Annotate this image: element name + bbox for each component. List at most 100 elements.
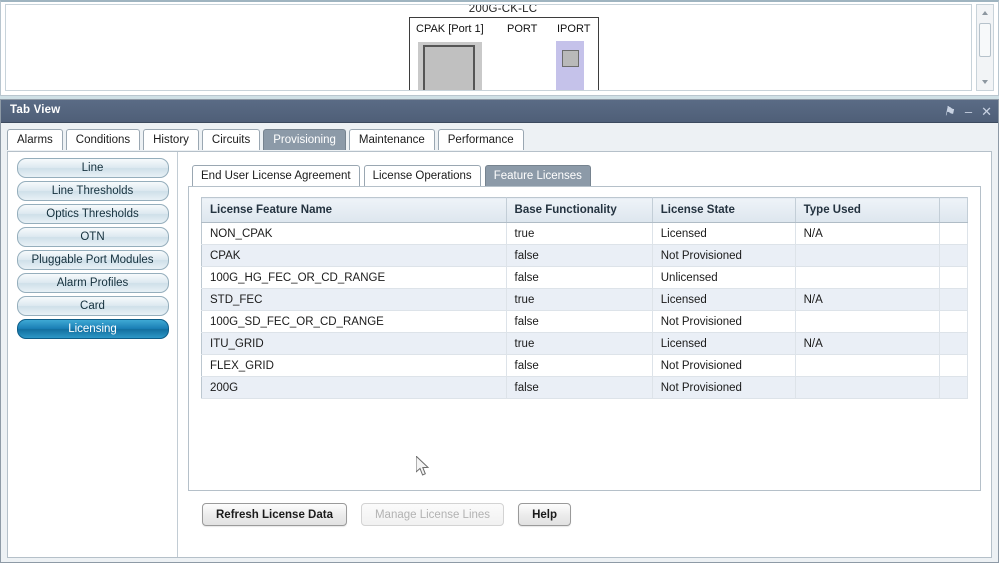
cell-license-state: Licensed <box>652 222 796 245</box>
cell-type-used <box>795 266 940 289</box>
cell-type-used: N/A <box>795 288 940 311</box>
cell-base-functionality: true <box>506 222 653 245</box>
cell-spacer <box>939 332 969 355</box>
tab-view-window: Tab View ⚑ – ✕ Alarms Conditions History… <box>0 99 999 563</box>
cell-feature-name: 200G <box>201 376 507 399</box>
cell-base-functionality: false <box>506 310 653 333</box>
cell-feature-name: FLEX_GRID <box>201 354 507 377</box>
window-controls: ⚑ – ✕ <box>943 100 992 123</box>
card-graphic-panel: 200G-CK-LC CPAK [Port 1] PORT IPORT <box>0 0 999 96</box>
table-row[interactable]: FLEX_GRID false Not Provisioned <box>201 354 969 377</box>
manage-license-lines-button: Manage License Lines <box>360 503 505 526</box>
sidebar-item-otn[interactable]: OTN <box>16 227 169 247</box>
table-row[interactable]: 200G false Not Provisioned <box>201 376 969 399</box>
sidebar-item-line[interactable]: Line <box>16 158 169 178</box>
table-row[interactable]: ITU_GRID true Licensed N/A <box>201 332 969 355</box>
tab-alarms[interactable]: Alarms <box>7 129 63 150</box>
cpak-module-icon[interactable] <box>423 45 475 90</box>
table-row[interactable]: 100G_SD_FEC_OR_CD_RANGE false Not Provis… <box>201 310 969 333</box>
scroll-up-arrow-icon[interactable] <box>982 11 988 15</box>
column-header-license-feature-name[interactable]: License Feature Name <box>201 197 507 223</box>
cell-license-state: Unlicensed <box>652 266 796 289</box>
tab-performance[interactable]: Performance <box>437 129 524 150</box>
column-header-license-state[interactable]: License State <box>652 197 796 223</box>
tab-provisioning[interactable]: Provisioning <box>263 129 346 150</box>
cell-license-state: Not Provisioned <box>652 354 796 377</box>
cell-spacer <box>939 376 969 399</box>
cell-spacer <box>939 222 969 245</box>
cell-base-functionality: true <box>506 332 653 355</box>
pin-icon[interactable]: ⚑ <box>943 103 958 120</box>
iport-label: IPORT <box>557 23 591 35</box>
tab-view-titlebar: Tab View ⚑ – ✕ <box>1 100 998 123</box>
cell-type-used <box>795 376 940 399</box>
tab-history[interactable]: History <box>143 129 199 150</box>
action-button-row: Refresh License Data Manage License Line… <box>188 503 981 526</box>
window-title: Tab View <box>10 104 61 116</box>
close-icon[interactable]: ✕ <box>981 105 992 118</box>
cpak-port-label: CPAK [Port 1] <box>416 23 484 35</box>
cell-type-used <box>795 310 940 333</box>
card-outline[interactable]: CPAK [Port 1] PORT IPORT <box>409 17 599 90</box>
column-header-base-functionality[interactable]: Base Functionality <box>506 197 653 223</box>
cell-type-used: N/A <box>795 222 940 245</box>
port-label: PORT <box>507 23 538 35</box>
help-button[interactable]: Help <box>518 503 571 526</box>
screen-root: 200G-CK-LC CPAK [Port 1] PORT IPORT Tab … <box>0 0 999 563</box>
table-row[interactable]: CPAK false Not Provisioned <box>201 244 969 267</box>
cell-spacer <box>939 244 969 267</box>
cell-feature-name: ITU_GRID <box>201 332 507 355</box>
table-row[interactable]: STD_FEC true Licensed N/A <box>201 288 969 311</box>
cell-spacer <box>939 288 969 311</box>
sidebar-item-line-thresholds[interactable]: Line Thresholds <box>16 181 169 201</box>
cell-feature-name: CPAK <box>201 244 507 267</box>
sidebar-item-optics-thresholds[interactable]: Optics Thresholds <box>16 204 169 224</box>
provisioning-sidebar: Line Line Thresholds Optics Thresholds O… <box>8 152 178 557</box>
refresh-license-data-button[interactable]: Refresh License Data <box>202 503 347 526</box>
cell-type-used <box>795 354 940 377</box>
scroll-down-arrow-icon[interactable] <box>982 80 988 84</box>
cell-base-functionality: false <box>506 244 653 267</box>
feature-licenses-panel: License Feature Name Base Functionality … <box>188 186 981 491</box>
cell-feature-name: 100G_HG_FEC_OR_CD_RANGE <box>201 266 507 289</box>
cell-type-used: N/A <box>795 332 940 355</box>
feature-licenses-table: License Feature Name Base Functionality … <box>201 197 969 399</box>
card-panel-scrollbar[interactable] <box>976 4 994 91</box>
cell-license-state: Licensed <box>652 332 796 355</box>
table-row[interactable]: NON_CPAK true Licensed N/A <box>201 222 969 245</box>
tab-feature-licenses[interactable]: Feature Licenses <box>484 165 591 186</box>
tab-view-body: Line Line Thresholds Optics Thresholds O… <box>7 151 992 558</box>
cell-license-state: Not Provisioned <box>652 244 796 267</box>
sidebar-item-licensing[interactable]: Licensing <box>16 319 169 339</box>
main-tab-strip: Alarms Conditions History Circuits Provi… <box>7 127 998 150</box>
card-title: 200G-CK-LC <box>468 4 538 15</box>
card-graphic-canvas: 200G-CK-LC CPAK [Port 1] PORT IPORT <box>5 4 972 91</box>
sidebar-item-alarm-profiles[interactable]: Alarm Profiles <box>16 273 169 293</box>
iport-chip-icon <box>562 50 579 67</box>
tab-license-operations[interactable]: License Operations <box>363 165 481 186</box>
sidebar-item-pluggable-port-modules[interactable]: Pluggable Port Modules <box>16 250 169 270</box>
tab-circuits[interactable]: Circuits <box>201 129 261 150</box>
cell-feature-name: NON_CPAK <box>201 222 507 245</box>
cell-feature-name: STD_FEC <box>201 288 507 311</box>
tab-end-user-license-agreement[interactable]: End User License Agreement <box>192 165 360 186</box>
column-header-type-used[interactable]: Type Used <box>795 197 940 223</box>
cell-base-functionality: false <box>506 266 653 289</box>
column-header-spacer[interactable] <box>939 197 969 223</box>
cell-type-used <box>795 244 940 267</box>
cell-license-state: Licensed <box>652 288 796 311</box>
cell-license-state: Not Provisioned <box>652 376 796 399</box>
tab-maintenance[interactable]: Maintenance <box>348 129 435 150</box>
cell-spacer <box>939 266 969 289</box>
cell-base-functionality: true <box>506 288 653 311</box>
cell-spacer <box>939 354 969 377</box>
cell-base-functionality: false <box>506 354 653 377</box>
scrollbar-thumb[interactable] <box>979 23 991 57</box>
cell-spacer <box>939 310 969 333</box>
table-row[interactable]: 100G_HG_FEC_OR_CD_RANGE false Unlicensed <box>201 266 969 289</box>
sidebar-item-card[interactable]: Card <box>16 296 169 316</box>
cell-base-functionality: false <box>506 376 653 399</box>
licensing-content: End User License Agreement License Opera… <box>178 152 991 557</box>
minimize-icon[interactable]: – <box>965 105 972 118</box>
tab-conditions[interactable]: Conditions <box>65 129 141 150</box>
